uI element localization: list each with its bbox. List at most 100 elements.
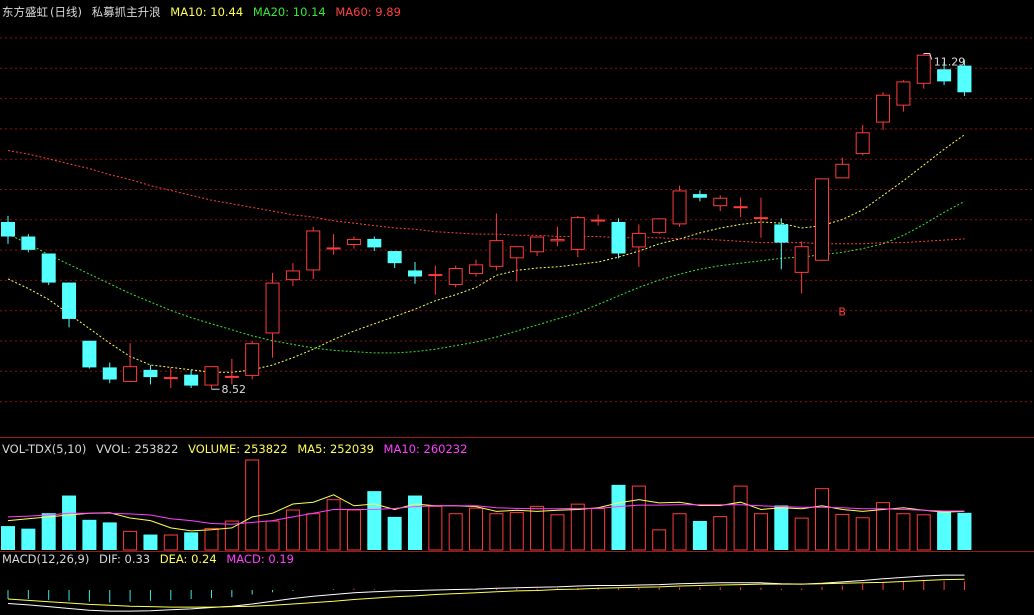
candle <box>876 92 891 130</box>
volume-bar <box>611 484 626 550</box>
candle-body <box>835 163 850 179</box>
volume-bar <box>428 505 443 551</box>
stock-chart[interactable]: 11.29 8.52 B <box>0 0 1034 615</box>
volume-bar <box>387 516 402 550</box>
candle-body <box>692 194 707 198</box>
volume-bar <box>346 509 361 551</box>
candle-body <box>265 282 280 334</box>
volume-bar <box>143 534 158 550</box>
candle <box>62 282 77 328</box>
volume-bar <box>21 528 36 550</box>
candle <box>855 125 870 156</box>
candle-body <box>448 268 463 285</box>
volume-bar <box>509 512 524 551</box>
candle-body <box>224 375 239 378</box>
candle-body <box>957 65 972 93</box>
candle <box>367 236 382 252</box>
candle-body <box>570 217 585 250</box>
volume-bar <box>204 527 219 551</box>
candle-body <box>652 218 667 233</box>
candle <box>469 259 484 277</box>
volume-bar <box>102 522 117 550</box>
volume-bar <box>591 508 606 551</box>
candle-body <box>530 236 545 253</box>
candle <box>265 272 280 358</box>
volume-bar <box>855 517 870 551</box>
volume-bar <box>469 507 484 551</box>
candle <box>530 236 545 256</box>
volume-bar <box>733 485 748 551</box>
candle <box>815 178 829 261</box>
volume-bar <box>163 534 178 551</box>
candle <box>794 241 809 294</box>
volume-bar <box>265 520 280 551</box>
candle <box>509 246 524 282</box>
candle <box>1 215 15 244</box>
price-grid <box>0 37 1034 403</box>
candle <box>123 343 138 382</box>
candle-body <box>62 282 77 319</box>
candle-body <box>326 247 341 250</box>
candle-body <box>163 377 178 380</box>
candle-body <box>713 197 728 207</box>
candle <box>326 234 341 255</box>
volume-bar <box>957 512 972 550</box>
volume-bar <box>245 459 260 551</box>
candle-body <box>102 367 117 380</box>
candle <box>713 195 728 212</box>
candle-body <box>41 253 56 283</box>
candle <box>346 236 361 249</box>
candle-body <box>916 54 931 84</box>
volume-bar <box>896 513 911 551</box>
volume-bar <box>326 499 341 551</box>
candle <box>143 364 158 385</box>
candle <box>163 367 178 389</box>
candle-body <box>123 366 138 382</box>
volume-bars <box>1 459 972 551</box>
volume-bar <box>82 519 97 550</box>
candle-body <box>469 264 484 275</box>
candle-body <box>245 343 260 376</box>
candle-body <box>21 236 36 250</box>
candle-body <box>876 94 891 123</box>
candle-body <box>489 240 504 267</box>
macd-dif-line <box>7 574 965 612</box>
candle <box>285 263 300 287</box>
candle-body <box>591 219 606 222</box>
volume-bar <box>753 513 768 551</box>
volume-bar <box>713 516 728 551</box>
candle <box>835 157 850 179</box>
candle <box>82 340 97 369</box>
volume-bar <box>794 517 809 551</box>
volume-bar <box>448 513 463 551</box>
low-price-label: 8.52 <box>222 383 247 396</box>
candle-body <box>285 270 300 281</box>
candle <box>21 234 36 253</box>
volume-bar <box>1 526 15 550</box>
volume-bar <box>672 513 687 551</box>
candle-body <box>774 224 789 243</box>
candle-body <box>408 270 422 277</box>
candle <box>753 197 768 238</box>
volume-bar <box>631 485 646 551</box>
candle <box>591 214 606 226</box>
candle <box>692 190 707 202</box>
candle <box>387 251 402 269</box>
candle <box>652 218 667 235</box>
volume-bar <box>184 532 199 550</box>
volume-bar <box>62 495 77 550</box>
candle <box>306 226 321 279</box>
volume-bar <box>916 514 931 551</box>
macd-dea-line <box>7 578 965 608</box>
high-price-label: 11.29 <box>934 56 966 69</box>
volume-bar <box>835 513 850 551</box>
candle-body <box>82 340 97 368</box>
candle <box>896 80 911 112</box>
volume-bar <box>367 491 382 550</box>
candle <box>631 224 646 267</box>
volume-bar <box>774 505 789 550</box>
candle-body <box>550 238 565 242</box>
volume-bar <box>570 503 585 551</box>
volume-bar <box>652 529 667 551</box>
candle-body <box>631 232 646 248</box>
